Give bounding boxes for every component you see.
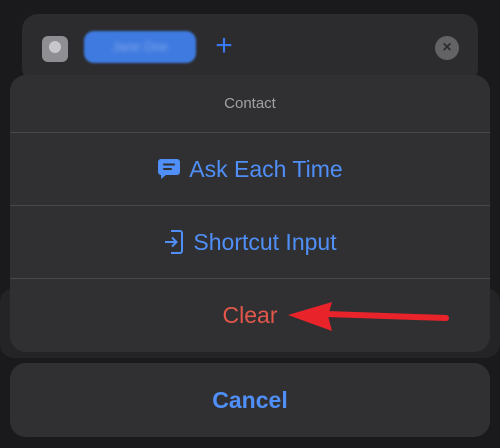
add-icon: + xyxy=(215,29,233,62)
contact-avatar-icon xyxy=(42,36,68,62)
clear-label: Clear xyxy=(222,302,278,328)
shortcut-input-button[interactable]: Shortcut Input xyxy=(10,206,490,278)
clear-icon: × xyxy=(435,36,459,60)
shortcut-input-icon xyxy=(163,229,185,255)
ask-each-time-label: Ask Each Time xyxy=(189,155,343,182)
cancel-label: Cancel xyxy=(212,386,288,413)
cancel-button[interactable]: Cancel xyxy=(10,363,490,437)
contact-variable-pill: Jane Doe xyxy=(84,31,196,63)
ask-each-time-button[interactable]: Ask Each Time xyxy=(10,133,490,205)
message-bubble-icon xyxy=(157,157,181,181)
shortcut-input-label: Shortcut Input xyxy=(193,228,337,255)
annotation-arrow-icon xyxy=(288,302,449,331)
sheet-title: Contact xyxy=(224,95,276,112)
